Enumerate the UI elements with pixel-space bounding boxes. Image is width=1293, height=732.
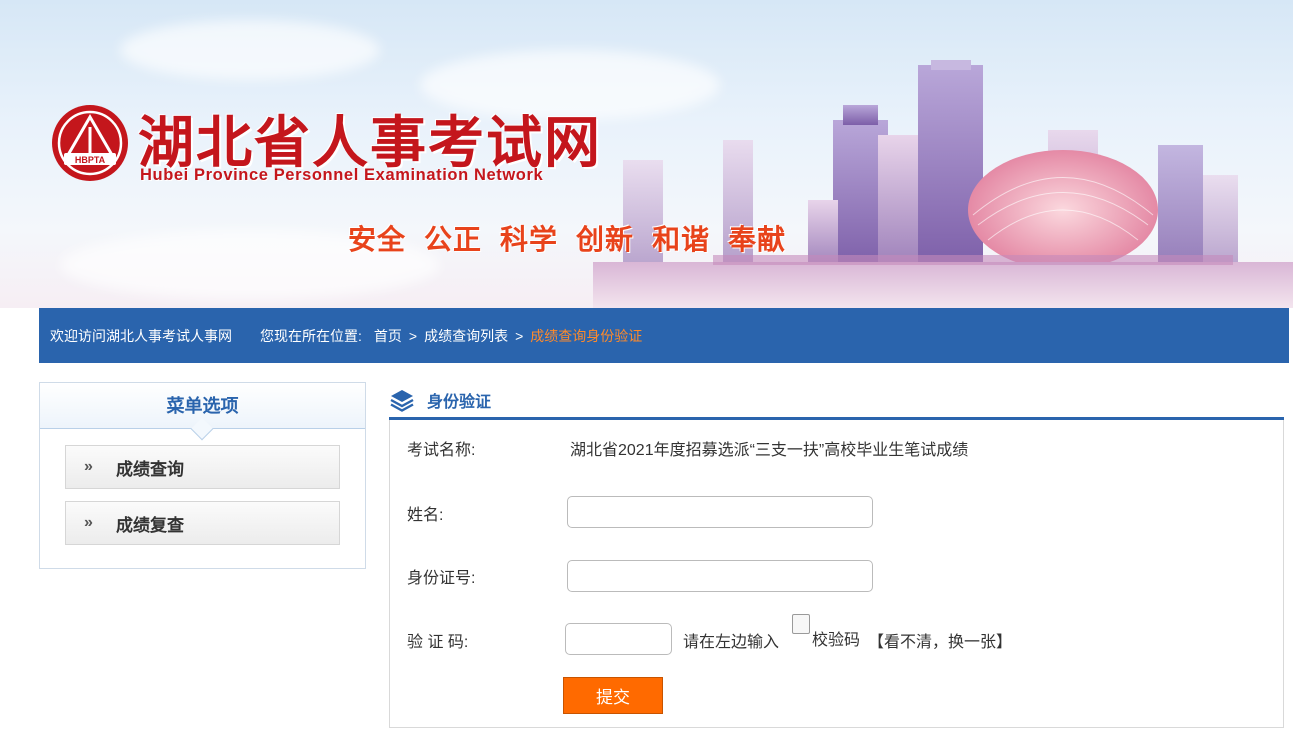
name-input[interactable] [567,496,873,528]
breadcrumb-separator: > [408,327,418,344]
captcha-alt-text: 校验码 [812,632,861,649]
side-menu: 菜单选项 » 成绩查询 » 成绩复查 [39,382,366,569]
exam-name-label: 考试名称: [407,442,476,459]
double-chevron-right-icon: » [84,514,93,531]
panel-title: 身份验证 [427,393,492,411]
double-chevron-right-icon: » [84,458,93,475]
slogan-word: 创新 [576,224,635,255]
captcha-image[interactable]: 校验码 [792,614,860,650]
broken-image-icon [792,614,810,634]
location-label: 您现在所在位置: [260,327,362,344]
menu-item-score-query[interactable]: » 成绩查询 [65,445,340,489]
top-navbar: 欢迎访问湖北人事考试人事网 您现在所在位置: 首页 > 成绩查询列表 > 成绩查… [39,308,1289,363]
breadcrumb-separator: > [515,327,524,344]
menu-item-label: 成绩复查 [116,515,184,535]
identity-verification-form: 考试名称: 湖北省2021年度招募选派“三支一扶”高校毕业生笔试成绩 姓名: 身… [389,420,1284,728]
panel-header: 身份验证 [389,382,1284,420]
name-label: 姓名: [407,507,444,524]
menu-item-score-review[interactable]: » 成绩复查 [65,501,340,545]
cloud-decoration [120,20,380,80]
exam-name-value: 湖北省2021年度招募选派“三支一扶”高校毕业生笔试成绩 [570,442,969,459]
site-logo-icon: HBPTA [52,105,128,181]
slogan: 安全 公正 科学 创新 和谐 奉献 [348,218,804,258]
slogan-word: 奉献 [728,224,787,255]
header-banner: HBPTA 湖北省人事考试网 Hubei Province Personnel … [0,0,1293,308]
id-number-input[interactable] [567,560,873,592]
id-number-label: 身份证号: [407,570,476,587]
menu-item-label: 成绩查询 [116,459,184,479]
welcome-text: 欢迎访问湖北人事考试人事网 [50,327,232,344]
slogan-word: 和谐 [652,224,711,255]
slogan-word: 安全 [348,224,407,255]
breadcrumb-score-list-link[interactable]: 成绩查询列表 [424,326,508,346]
slogan-word: 公正 [424,224,483,255]
submit-button[interactable]: 提交 [563,677,663,714]
captcha-hint: 请在左边输入 [683,634,780,651]
captcha-label: 验 证 码: [407,634,469,651]
captcha-input[interactable] [565,623,672,655]
refresh-captcha-link[interactable]: 【看不清，换一张】 [868,628,1012,652]
site-subtitle: Hubei Province Personnel Examination Net… [140,166,544,184]
slogan-word: 科学 [500,224,559,255]
breadcrumb-current: 成绩查询身份验证 [530,327,643,344]
city-skyline-image [593,60,1293,308]
layers-stack-icon [390,389,414,412]
logo-text: HBPTA [75,155,106,165]
breadcrumb-home-link[interactable]: 首页 [374,326,402,346]
